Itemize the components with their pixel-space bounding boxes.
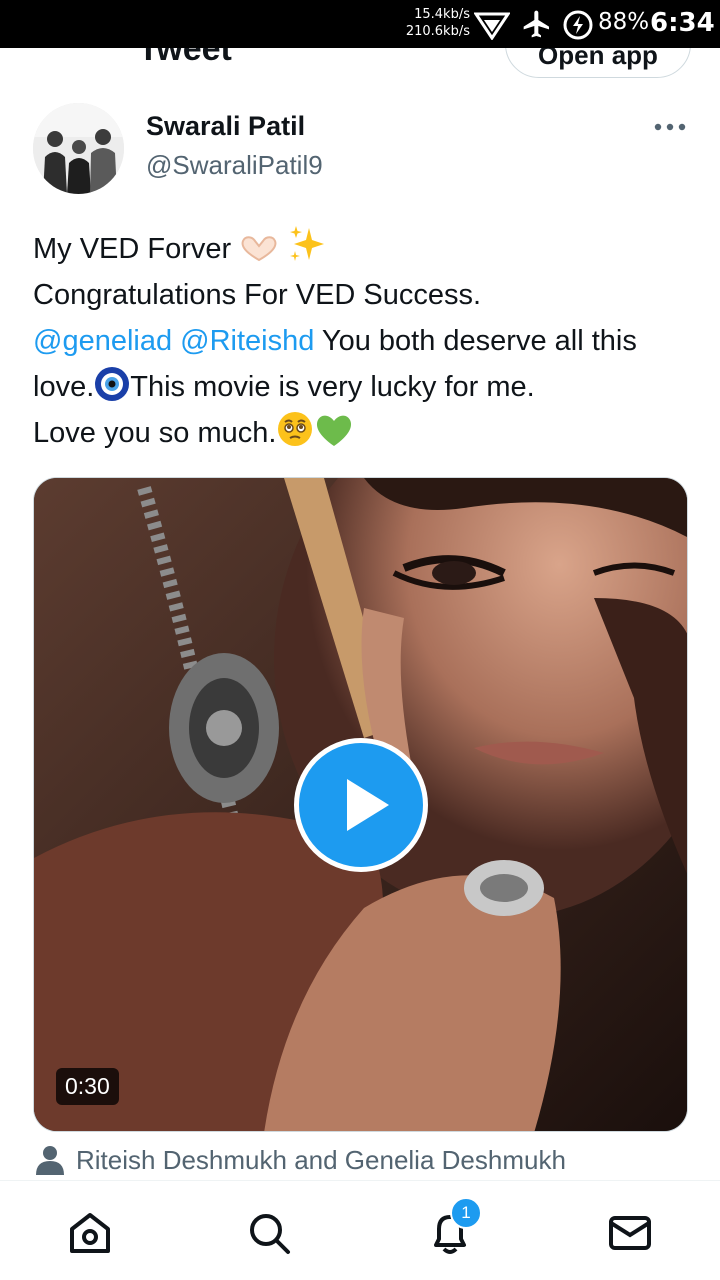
net-down-speed: 15.4kb/s — [414, 7, 470, 22]
home-icon[interactable] — [68, 1211, 112, 1255]
back-arrow-icon[interactable] — [34, 48, 68, 62]
mention-link[interactable]: @geneliad — [33, 325, 172, 357]
avatar-photo — [33, 103, 124, 194]
page-title: Tweet — [138, 48, 232, 68]
messages-icon[interactable] — [608, 1211, 652, 1255]
bottom-nav: 1 — [0, 1180, 720, 1280]
search-icon[interactable] — [247, 1211, 291, 1255]
open-app-button[interactable]: Open app — [505, 48, 691, 78]
play-icon — [347, 779, 389, 831]
network-speed: 15.4kb/s 210.6kb/s — [398, 6, 470, 40]
video-duration: 0:30 — [56, 1068, 119, 1105]
data-saver-icon — [474, 12, 510, 40]
more-options-icon[interactable] — [650, 112, 690, 142]
person-icon — [36, 1146, 64, 1175]
top-header: Tweet Open app — [0, 48, 720, 88]
status-bar: 15.4kb/s 210.6kb/s 88% 6:34 — [0, 0, 720, 48]
mention-link[interactable]: @Riteishd — [180, 325, 314, 357]
nazar-amulet-emoji-icon — [95, 367, 130, 401]
airplane-icon — [523, 10, 549, 38]
play-button[interactable] — [294, 738, 428, 872]
tweet-text-segment: My VED Forver — [33, 233, 232, 265]
tweet-line: Congratulations For VED Success. — [33, 279, 482, 311]
tagged-users-text: Riteish Deshmukh and Genelia Deshmukh — [76, 1144, 566, 1175]
author-name[interactable]: Swarali Patil — [146, 111, 305, 142]
author-handle[interactable]: @SwaraliPatil9 — [146, 150, 323, 181]
battery-percent: 88% — [598, 9, 650, 35]
tweet-line: @geneliad @Riteishd You both deserve all… — [33, 318, 693, 410]
net-up-speed: 210.6kb/s — [405, 24, 470, 39]
face-holding-back-tears-emoji-icon — [278, 412, 313, 446]
battery-saver-icon — [563, 10, 593, 40]
notification-badge: 1 — [450, 1197, 482, 1229]
tweet-line: My VED Forver — [33, 224, 693, 272]
heart-hands-emoji-icon — [241, 236, 277, 262]
tagged-users[interactable]: Riteish Deshmukh and Genelia Deshmukh — [36, 1142, 566, 1178]
video-player[interactable]: 0:30 — [33, 477, 688, 1132]
tweet-text-segment: This movie is very lucky for me. — [130, 371, 535, 403]
tweet-text: My VED Forver Congratulations For VED Su… — [33, 224, 693, 456]
tweet-line: Love you so much. — [33, 410, 693, 456]
avatar[interactable] — [33, 103, 124, 194]
green-heart-emoji-icon — [317, 415, 352, 446]
sparkles-emoji-icon — [290, 226, 325, 261]
tweet-text-segment: Love you so much. — [33, 417, 277, 449]
clock: 6:34 — [650, 8, 715, 38]
